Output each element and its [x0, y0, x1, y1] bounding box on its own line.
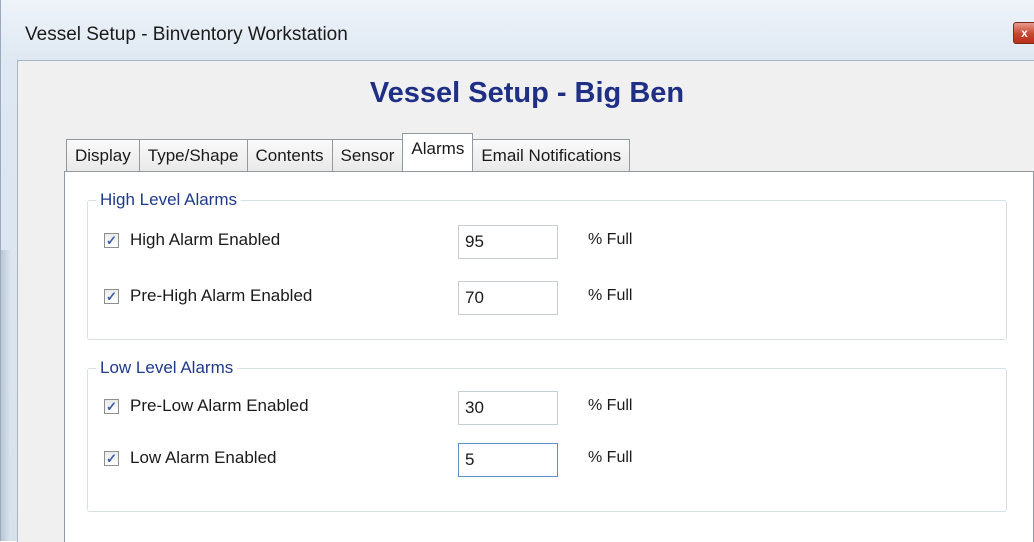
low-alarm-unit: % Full — [588, 449, 633, 466]
vessel-setup-window: Vessel Setup - Binventory Workstation x … — [0, 0, 1034, 542]
pre-high-alarm-row: ✓ Pre-High Alarm Enabled % Full — [104, 281, 664, 315]
window-frame-edge — [1, 250, 11, 541]
checkmark-icon: ✓ — [106, 451, 117, 466]
pre-high-alarm-label: Pre-High Alarm Enabled — [130, 286, 313, 305]
low-alarm-value-input[interactable] — [458, 443, 558, 477]
checkmark-icon: ✓ — [106, 233, 117, 248]
pre-high-alarm-checkbox[interactable]: ✓ — [104, 289, 119, 304]
page-title: Vessel Setup - Big Ben — [369, 77, 685, 109]
pre-low-alarm-checkbox[interactable]: ✓ — [104, 399, 119, 414]
high-alarm-checkbox[interactable]: ✓ — [104, 233, 119, 248]
low-alarm-row: ✓ Low Alarm Enabled % Full — [104, 443, 664, 477]
high-alarm-unit: % Full — [588, 231, 633, 248]
high-level-alarms-group: High Level Alarms ✓ High Alarm Enabled %… — [87, 190, 1007, 340]
checkmark-icon: ✓ — [106, 289, 117, 304]
low-level-alarms-legend: Low Level Alarms — [96, 358, 238, 378]
alarms-tab-panel: High Level Alarms ✓ High Alarm Enabled %… — [64, 171, 1034, 542]
low-level-alarms-group: Low Level Alarms ✓ Pre-Low Alarm Enabled… — [87, 358, 1007, 512]
tab-alarms[interactable]: Alarms — [402, 133, 474, 171]
tab-type-shape[interactable]: Type/Shape — [138, 139, 248, 171]
checkmark-icon: ✓ — [106, 399, 117, 414]
tab-contents[interactable]: Contents — [246, 139, 333, 171]
high-level-alarms-legend: High Level Alarms — [96, 190, 242, 210]
tab-strip: Display Type/Shape Contents Sensor Alarm… — [66, 133, 631, 171]
high-alarm-row: ✓ High Alarm Enabled % Full — [104, 225, 664, 259]
pre-low-alarm-label: Pre-Low Alarm Enabled — [130, 396, 309, 415]
low-alarm-checkbox[interactable]: ✓ — [104, 451, 119, 466]
close-icon: x — [1021, 26, 1028, 40]
tab-sensor[interactable]: Sensor — [331, 139, 404, 171]
window-title: Vessel Setup - Binventory Workstation — [25, 24, 348, 45]
low-alarm-label: Low Alarm Enabled — [130, 448, 277, 467]
pre-high-alarm-unit: % Full — [588, 287, 633, 304]
tab-display[interactable]: Display — [66, 139, 140, 171]
dialog-client-area: Vessel Setup - Big Ben Display Type/Shap… — [17, 60, 1034, 542]
close-button[interactable]: x — [1013, 22, 1034, 44]
pre-high-alarm-value-input[interactable] — [458, 281, 558, 315]
tab-email-notifications[interactable]: Email Notifications — [472, 139, 631, 171]
high-alarm-label: High Alarm Enabled — [130, 230, 281, 249]
pre-low-alarm-value-input[interactable] — [458, 391, 558, 425]
high-alarm-value-input[interactable] — [458, 225, 558, 259]
pre-low-alarm-unit: % Full — [588, 397, 633, 414]
pre-low-alarm-row: ✓ Pre-Low Alarm Enabled % Full — [104, 391, 664, 425]
